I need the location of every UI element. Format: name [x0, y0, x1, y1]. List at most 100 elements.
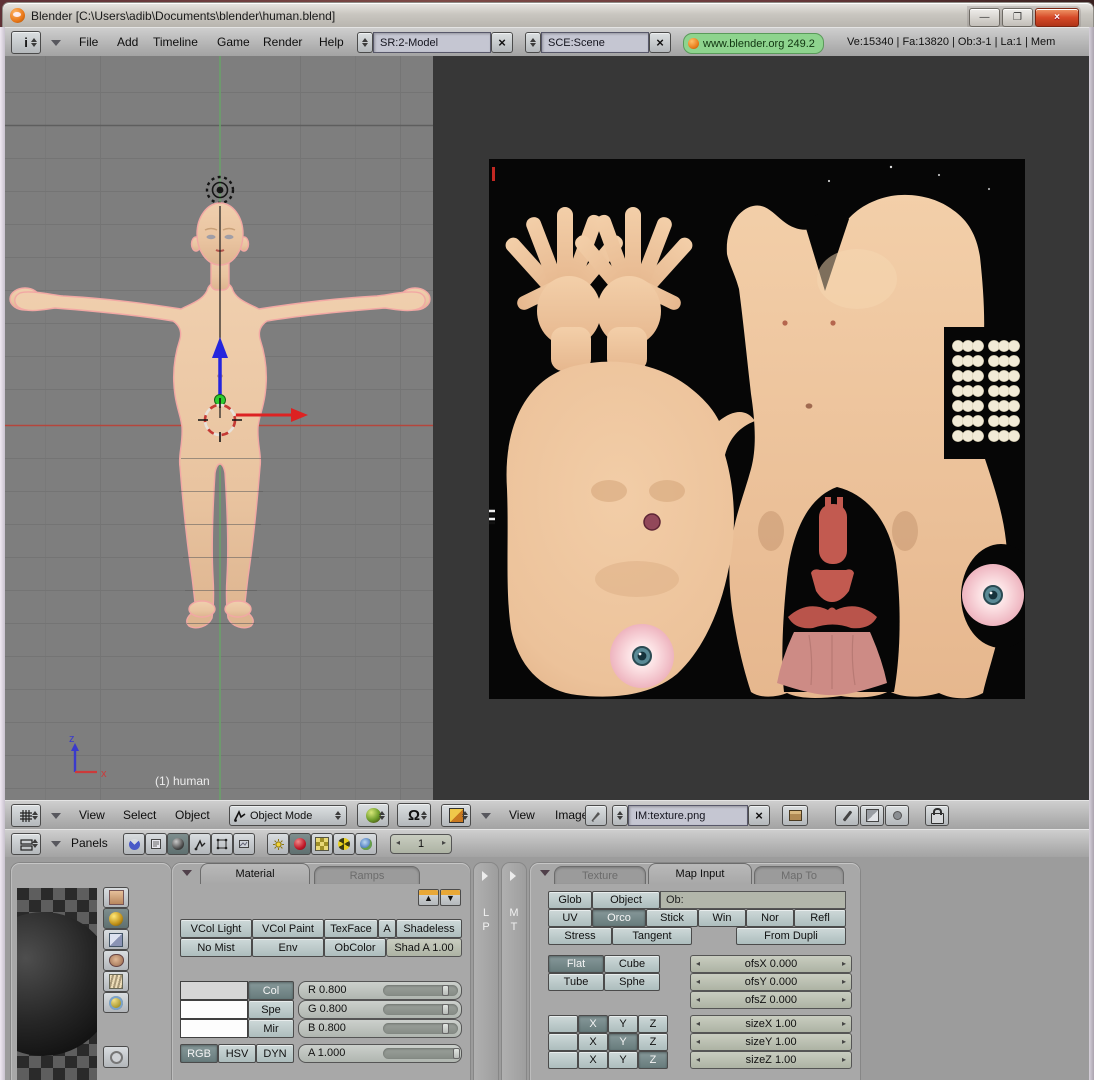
- cube-button[interactable]: Cube: [604, 955, 660, 973]
- win-button[interactable]: Win: [698, 909, 746, 927]
- version-link[interactable]: www.blender.org 249.2: [683, 33, 824, 54]
- glob-button[interactable]: Glob: [548, 891, 592, 909]
- uv-image-editor[interactable]: [433, 56, 1089, 800]
- axis-z-button[interactable]: Z: [638, 1051, 668, 1069]
- preview-sphere-button[interactable]: [103, 908, 129, 929]
- menu-render[interactable]: Render: [263, 35, 302, 49]
- no-mist-button[interactable]: No Mist: [180, 938, 252, 957]
- uv-button[interactable]: UV: [548, 909, 592, 927]
- maximize-button[interactable]: ❐: [1002, 8, 1033, 27]
- ofsz-field[interactable]: ◂ofsZ 0.000▸: [690, 991, 852, 1009]
- ob-name-field[interactable]: Ob:: [660, 891, 846, 909]
- titlebar[interactable]: Blender [C:\Users\adib\Documents\blender…: [2, 2, 1094, 29]
- panel-collapse-icon[interactable]: [182, 870, 192, 876]
- axis-blank-button[interactable]: [548, 1033, 578, 1051]
- frame-number-field[interactable]: ◂1▸: [390, 834, 452, 854]
- header-collapse-icon[interactable]: [51, 40, 61, 46]
- preview-cube-button[interactable]: [103, 929, 129, 950]
- editor-type-button-image[interactable]: [441, 804, 471, 827]
- stress-button[interactable]: Stress: [548, 927, 612, 945]
- color-swatch-spe[interactable]: [180, 1000, 248, 1019]
- shad-a-field[interactable]: Shad A 1.00: [386, 938, 462, 957]
- collapsed-panel-links-pipeline[interactable]: L P: [474, 863, 498, 1080]
- header-collapse-icon[interactable]: [51, 841, 61, 847]
- preview-monkey-button[interactable]: [103, 950, 129, 971]
- tangent-button[interactable]: Tangent: [612, 927, 692, 945]
- axis-x-button[interactable]: X: [578, 1015, 608, 1033]
- axis-y-button[interactable]: Y: [608, 1033, 638, 1051]
- color-swatch-col[interactable]: [180, 981, 248, 1000]
- slider-a[interactable]: A 1.000: [298, 1044, 462, 1063]
- mode-dropdown[interactable]: Object Mode: [229, 805, 347, 826]
- shadeless-button[interactable]: Shadeless: [396, 919, 462, 938]
- tab-ramps[interactable]: Ramps: [314, 866, 420, 884]
- orco-button[interactable]: Orco: [592, 909, 646, 927]
- axis-blank-button[interactable]: [548, 1015, 578, 1033]
- dyn-button[interactable]: DYN: [256, 1044, 294, 1063]
- radiosity-buttons-button[interactable]: [333, 833, 355, 855]
- viewport-3d[interactable]: z x (1) human: [5, 56, 434, 800]
- preview-flat-button[interactable]: [103, 887, 129, 908]
- texture-blend-button[interactable]: [860, 805, 884, 826]
- image-pin-button[interactable]: [585, 805, 607, 826]
- from-dupli-button[interactable]: From Dupli: [736, 927, 846, 945]
- image-browse-button[interactable]: [612, 805, 628, 826]
- tab-map-to[interactable]: Map To: [754, 866, 844, 884]
- axis-y-button[interactable]: Y: [608, 1015, 638, 1033]
- ofsx-field[interactable]: ◂ofsX 0.000▸: [690, 955, 852, 973]
- menu-game[interactable]: Game: [217, 35, 250, 49]
- panel-down-button[interactable]: ▼: [440, 889, 461, 906]
- menu-file[interactable]: File: [79, 35, 98, 49]
- screen-selector-field[interactable]: SR:2-Model: [373, 32, 491, 53]
- anim-dot-button[interactable]: [885, 805, 909, 826]
- editor-type-button-3dview[interactable]: [11, 804, 41, 827]
- axis-x-button[interactable]: X: [578, 1051, 608, 1069]
- pivot-button[interactable]: Ω: [397, 803, 431, 827]
- refl-button[interactable]: Refl: [794, 909, 846, 927]
- axis-blank-button[interactable]: [548, 1051, 578, 1069]
- panel-collapse-icon[interactable]: [540, 870, 550, 876]
- tab-texture[interactable]: Texture: [554, 866, 646, 884]
- menu-view[interactable]: View: [509, 808, 535, 822]
- tab-material[interactable]: Material: [200, 863, 310, 884]
- scene-context-button[interactable]: [233, 833, 255, 855]
- menu-timeline[interactable]: Timeline: [153, 35, 198, 49]
- lamp-buttons-button[interactable]: [267, 833, 289, 855]
- nor-button[interactable]: Nor: [746, 909, 794, 927]
- axis-x-button[interactable]: X: [578, 1033, 608, 1051]
- texture-buttons-button[interactable]: [311, 833, 333, 855]
- ofsy-field[interactable]: ◂ofsY 0.000▸: [690, 973, 852, 991]
- draw-type-button[interactable]: [357, 803, 389, 827]
- minimize-button[interactable]: —: [969, 8, 1000, 27]
- header-collapse-icon[interactable]: [481, 813, 491, 819]
- menu-add[interactable]: Add: [117, 35, 138, 49]
- close-button[interactable]: ×: [1035, 8, 1079, 27]
- menu-panels[interactable]: Panels: [71, 836, 108, 850]
- panel-up-button[interactable]: ▲: [418, 889, 439, 906]
- axis-y-button[interactable]: Y: [608, 1051, 638, 1069]
- hsv-button[interactable]: HSV: [218, 1044, 256, 1063]
- slider-g[interactable]: G 0.800: [298, 1000, 462, 1019]
- collapsed-panel-material[interactable]: M T: [502, 863, 526, 1080]
- header-collapse-icon[interactable]: [51, 813, 61, 819]
- object-button[interactable]: Object: [592, 891, 660, 909]
- pack-image-button[interactable]: [782, 805, 808, 826]
- image-paint-button[interactable]: [835, 805, 859, 826]
- sizex-field[interactable]: ◂sizeX 1.00▸: [690, 1015, 852, 1033]
- env-button[interactable]: Env: [252, 938, 324, 957]
- script-context-button[interactable]: [145, 833, 167, 855]
- logic-context-button[interactable]: [123, 833, 145, 855]
- preview-hair-button[interactable]: [103, 971, 129, 992]
- rgb-button[interactable]: RGB: [180, 1044, 218, 1063]
- preview-sphere-sky-button[interactable]: [103, 992, 129, 1013]
- menu-help[interactable]: Help: [319, 35, 344, 49]
- tab-map-input[interactable]: Map Input: [648, 863, 752, 884]
- world-buttons-button[interactable]: [355, 833, 377, 855]
- vcol-light-button[interactable]: VCol Light: [180, 919, 252, 938]
- scene-delete-button[interactable]: ×: [649, 32, 671, 53]
- preview-refresh-button[interactable]: [103, 1046, 129, 1068]
- axis-z-button[interactable]: Z: [638, 1015, 668, 1033]
- scene-browse-button[interactable]: [525, 32, 541, 53]
- scene-selector-field[interactable]: SCE:Scene: [541, 32, 649, 53]
- alpha-button[interactable]: A: [378, 919, 396, 938]
